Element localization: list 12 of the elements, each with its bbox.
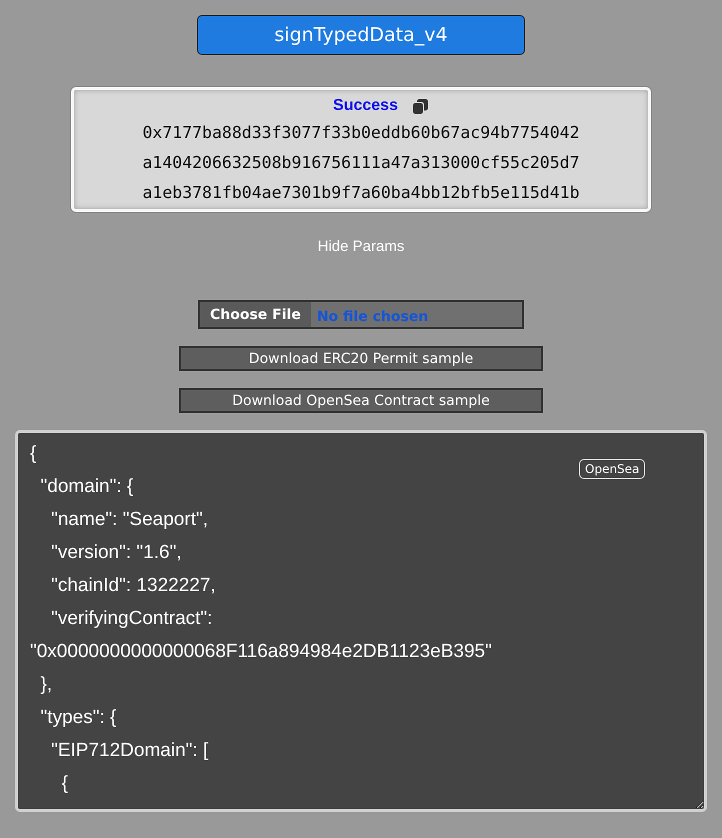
download-button[interactable]: Download OpenSea Contract sample bbox=[179, 388, 543, 413]
status-text: Success bbox=[333, 97, 398, 115]
signature-text: a1eb3781fb04ae7301b9f7a60ba4bb12bfb5e115d41b bbox=[142, 182, 580, 204]
copy-icon[interactable] bbox=[412, 98, 429, 114]
signature-text: a1404206632508b916756111a47a313000cf55c205d7 bbox=[142, 152, 580, 174]
signature-text: 0x7177ba88d33f3077f33b0eddb60b67ac94b7754042 bbox=[142, 122, 580, 144]
file-status-text: No file chosen bbox=[316, 308, 428, 324]
preset-badge: OpenSea bbox=[579, 459, 646, 479]
method-button[interactable]: signTypedData_v4 bbox=[197, 15, 525, 55]
file-input[interactable]: Choose File No file chosen bbox=[198, 300, 524, 329]
choose-file-button[interactable]: Choose File bbox=[200, 302, 311, 327]
download-button[interactable]: Download ERC20 Permit sample bbox=[179, 346, 543, 371]
